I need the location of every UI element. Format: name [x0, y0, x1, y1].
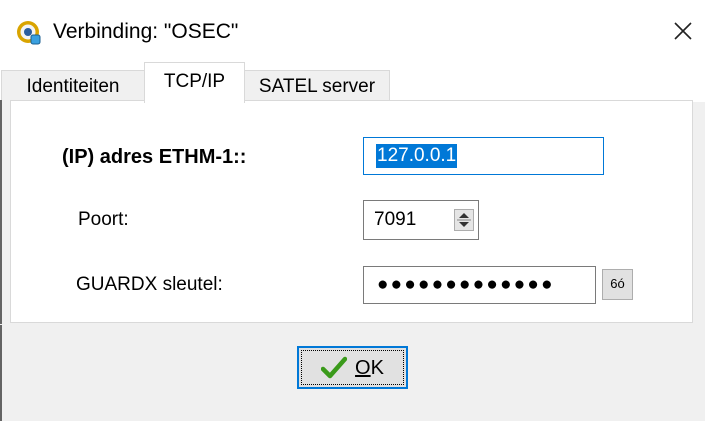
guardx-key-label: GUARDX sleutel: — [76, 274, 223, 295]
reveal-key-button[interactable]: 6ó — [602, 269, 633, 300]
ok-label: OK — [355, 356, 384, 379]
close-icon — [674, 22, 692, 40]
port-label: Poort: — [78, 209, 129, 230]
checkmark-icon — [321, 356, 348, 378]
guardx-key-input[interactable]: ●●●●●●●●●●●●● — [363, 266, 596, 304]
port-stepper[interactable] — [454, 209, 474, 231]
tab-identiteiten[interactable]: Identiteiten — [1, 70, 145, 102]
app-shield-icon — [17, 21, 41, 45]
title-bar: Verbinding: "OSEC" — [0, 0, 705, 62]
ip-address-input[interactable]: 127.0.0.1 — [363, 137, 604, 175]
window-left-edge — [0, 100, 2, 421]
window-title: Verbinding: "OSEC" — [53, 20, 239, 43]
ok-button[interactable]: OK — [297, 346, 408, 389]
guardx-key-masked-value: ●●●●●●●●●●●●● — [377, 274, 555, 295]
glasses-icon: 6ó — [610, 276, 625, 291]
tab-tcp-ip[interactable]: TCP/IP — [144, 62, 245, 103]
footer-divider — [0, 324, 705, 325]
close-button[interactable] — [661, 6, 705, 56]
tab-strip: Identiteiten TCP/IP SATEL server — [0, 62, 705, 103]
spin-arrows-icon — [457, 213, 471, 227]
port-value: 7091 — [374, 209, 417, 230]
port-input[interactable]: 7091 — [363, 200, 479, 240]
ip-address-label: (IP) adres ETHM-1:: — [62, 146, 247, 168]
tab-satel-server[interactable]: SATEL server — [244, 70, 390, 102]
ip-address-value: 127.0.0.1 — [376, 144, 458, 168]
focus-rectangle — [301, 350, 404, 385]
